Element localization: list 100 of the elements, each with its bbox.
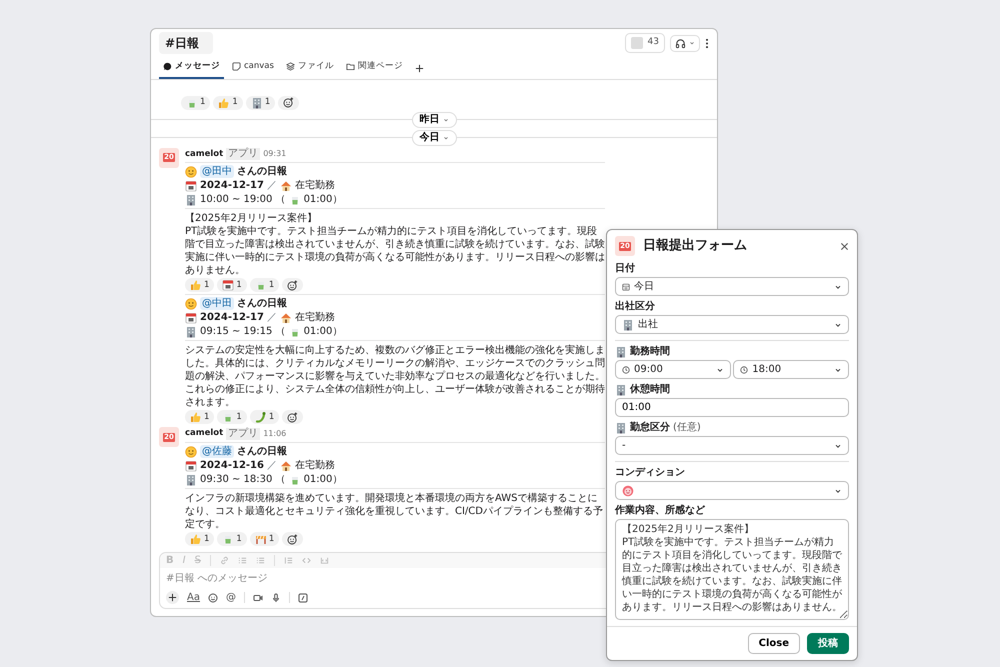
tab[interactable]: canvas — [228, 57, 278, 79]
add-reaction-button[interactable] — [282, 278, 304, 292]
select-value: 09:00 — [634, 363, 664, 377]
more-button[interactable] — [705, 38, 709, 48]
mention-button[interactable]: @ — [226, 592, 236, 602]
add-reaction-icon — [283, 97, 294, 108]
field-label: 作業内容、所感など — [615, 504, 705, 517]
separator-text: ／ — [266, 311, 277, 324]
microphone-icon — [270, 592, 281, 602]
date-divider-button[interactable]: 昨日 — [412, 112, 456, 128]
textarea-field[interactable]: 【2025年2月リリース案件】 PT試験を実施中です。テスト担当チームが精力的にテスト項目を消化していってます。現段階で目立った障害は検出されていませんが、引き続き慎重に試験を続けています。なお、試験実施に伴い一時的にテスト環境の負荷が高くなる可能性があります。リリース日程への影響はありません。 — [615, 519, 849, 620]
tab[interactable]: ファイル — [282, 57, 338, 79]
caterpillar-icon — [254, 411, 267, 424]
app-badge: アプリ — [226, 428, 260, 440]
headphones-icon — [675, 38, 686, 48]
add-reaction-button[interactable] — [278, 96, 300, 110]
huddle-button[interactable] — [670, 34, 700, 52]
user-mention[interactable]: @田中 — [200, 165, 234, 178]
shortcut-icon — [298, 592, 308, 602]
select-value: - — [622, 439, 627, 453]
field-label: 勤怠区分 — [630, 421, 670, 434]
close-button[interactable]: Close — [748, 633, 800, 654]
house-icon — [280, 312, 292, 324]
select-field[interactable] — [615, 481, 849, 500]
message-body: システムの安定性を大幅に向上するため、複数のバグ修正とエラー検出機能の強化を実施しました。具体的には、クリティカルなメモリーリークの解消や、エッジケースでのクラッシュ問題の解決、パフォーマンスに影響を与えていた非効率なプロセスの最適化などを行いました。これらの修正により、システム全体の信頼性が向上し、ユーザー体験が改善されることが期待されます。 — [185, 340, 605, 410]
smiley-face-icon — [185, 446, 197, 458]
reaction-chip[interactable]: 1 — [250, 410, 280, 424]
reaction-chip[interactable]: 1 — [181, 96, 210, 110]
canvas-icon — [232, 62, 241, 71]
break-time: 01:00） — [304, 325, 342, 338]
app-badge: アプリ — [226, 148, 260, 160]
text-field[interactable]: 01:00 — [615, 398, 849, 417]
reaction-chip[interactable]: 1 — [185, 278, 214, 292]
smiley-face-icon — [185, 298, 197, 310]
field-label: 休憩時間 — [630, 383, 670, 396]
smiley-face-icon — [185, 166, 197, 178]
reaction-chip[interactable]: 1 — [217, 278, 247, 292]
add-reaction-button[interactable] — [282, 532, 304, 546]
tab[interactable]: 関連ページ — [342, 57, 407, 79]
house-icon — [280, 460, 292, 472]
separator-text: ／ — [266, 179, 277, 192]
reaction-chip[interactable]: 1 — [185, 410, 214, 424]
close-button[interactable] — [840, 242, 849, 250]
time-select[interactable]: 18:00 — [733, 360, 849, 379]
add-reaction-button[interactable] — [282, 410, 304, 424]
emoji-button[interactable] — [208, 592, 218, 602]
work-location: 在宅勤務 — [294, 179, 335, 192]
time-select[interactable]: 09:00 — [615, 360, 731, 379]
calendar-icon — [222, 279, 234, 292]
plus-icon — [414, 64, 424, 73]
user-mention[interactable]: @佐藤 — [200, 445, 234, 458]
dialog-title: 日報提出フォーム — [643, 237, 748, 256]
reaction-chip[interactable]: 1 — [185, 532, 214, 546]
tab[interactable]: メッセージ — [159, 57, 224, 79]
code-icon — [302, 556, 311, 565]
code-block-icon — [320, 556, 329, 565]
shortcut-button[interactable] — [298, 592, 308, 602]
calendar-icon — [185, 312, 197, 324]
sender-name[interactable]: camelot — [185, 148, 224, 160]
select-field[interactable]: - — [615, 436, 849, 455]
reaction-chip[interactable]: 1 — [250, 278, 280, 292]
chevron-down-icon — [442, 116, 448, 122]
reaction-chip[interactable]: 1 — [213, 96, 243, 110]
timestamp[interactable]: 11:06 — [263, 428, 286, 440]
chevron-down-icon — [689, 40, 695, 46]
numbered-list-icon — [238, 556, 247, 565]
select-value: 今日 — [634, 280, 655, 294]
report-title: さんの日報 — [237, 165, 287, 178]
work-location: 在宅勤務 — [294, 311, 335, 324]
add-reaction-icon — [287, 534, 298, 544]
select-field[interactable]: 出社 — [615, 315, 849, 334]
plus-icon — [168, 593, 177, 602]
user-mention[interactable]: @中田 — [200, 297, 234, 310]
chevron-down-icon — [442, 134, 448, 140]
clock-icon — [622, 366, 630, 374]
folder-icon — [346, 62, 355, 71]
microphone-button[interactable] — [270, 592, 281, 602]
sender-name[interactable]: camelot — [185, 427, 224, 440]
select-field[interactable]: 今日 — [615, 277, 849, 296]
reaction-chip[interactable]: 1 — [246, 96, 276, 110]
submit-button[interactable]: 投稿 — [807, 633, 849, 654]
face-icon — [622, 484, 634, 496]
field-label: 日付 — [615, 262, 635, 275]
building-icon — [622, 318, 634, 330]
work-hours: 09:30 ~ 18:30 （ — [200, 473, 286, 486]
video-button[interactable] — [252, 592, 263, 602]
work-location: 在宅勤務 — [294, 459, 335, 472]
text-format-button[interactable]: Aa — [187, 592, 200, 602]
member-count-button[interactable]: 43 — [624, 33, 665, 53]
reaction-chip[interactable]: 1 — [217, 532, 247, 546]
calendar-icon — [185, 180, 197, 192]
channel-title[interactable]: #日報 — [159, 32, 214, 54]
date-divider-button[interactable]: 今日 — [412, 130, 456, 146]
optional-hint: (任意) — [673, 421, 701, 434]
report-title: さんの日報 — [237, 445, 287, 458]
timestamp[interactable]: 09:31 — [263, 148, 286, 160]
reaction-chip[interactable]: 1 — [250, 532, 280, 546]
field-label: コンディション — [615, 466, 685, 479]
attach-button[interactable] — [166, 591, 179, 604]
reaction-chip[interactable]: 1 — [217, 410, 247, 424]
